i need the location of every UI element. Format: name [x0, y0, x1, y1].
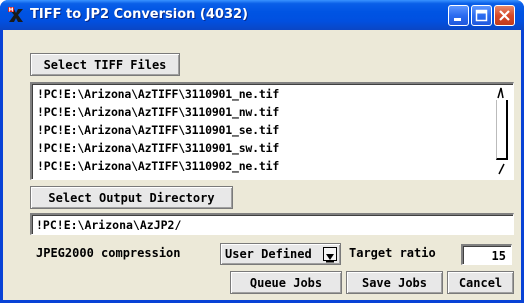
- conversion-dialog: M TIFF to JP2 Conversion (4032) Select T…: [0, 0, 524, 303]
- target-ratio-field[interactable]: 15: [461, 244, 512, 265]
- chevron-down-icon[interactable]: [323, 247, 337, 263]
- minimize-button[interactable]: [448, 5, 469, 26]
- output-directory-field[interactable]: !PC!E:\Arizona\AzJP2/: [30, 213, 514, 235]
- compression-dropdown[interactable]: User Defined: [220, 243, 341, 265]
- queue-jobs-button[interactable]: Queue Jobs: [230, 271, 342, 294]
- select-tiff-files-button[interactable]: Select TIFF Files: [30, 53, 180, 76]
- target-ratio-value: 15: [491, 249, 506, 263]
- cancel-button[interactable]: Cancel: [447, 271, 514, 294]
- scroll-thumb[interactable]: [496, 100, 508, 160]
- compression-label: JPEG2000 compression: [36, 246, 181, 260]
- minimize-icon: [454, 18, 461, 21]
- window-title: TIFF to JP2 Conversion (4032): [30, 7, 248, 22]
- file-list[interactable]: !PC!E:\Arizona\AzTIFF\3110901_ne.tif !PC…: [30, 82, 514, 180]
- close-button[interactable]: [494, 5, 515, 26]
- list-scrollbar[interactable]: [494, 86, 510, 176]
- list-item[interactable]: !PC!E:\Arizona\AzTIFF\3110901_nw.tif: [37, 105, 279, 119]
- list-item[interactable]: !PC!E:\Arizona\AzTIFF\3110901_se.tif: [37, 123, 279, 137]
- output-directory-value: !PC!E:\Arizona\AzJP2/: [36, 218, 182, 232]
- select-output-directory-button[interactable]: Select Output Directory: [30, 186, 233, 209]
- maximize-button[interactable]: [471, 5, 492, 26]
- list-item[interactable]: !PC!E:\Arizona\AzTIFF\3110901_ne.tif: [37, 87, 279, 101]
- tntmips-x-icon: M: [7, 6, 25, 24]
- close-icon: [499, 10, 510, 21]
- maximize-icon: [475, 9, 488, 22]
- svg-text:M: M: [9, 8, 14, 14]
- list-item[interactable]: !PC!E:\Arizona\AzTIFF\3110901_sw.tif: [37, 141, 279, 155]
- target-ratio-label: Target ratio: [349, 246, 436, 260]
- title-bar[interactable]: M TIFF to JP2 Conversion (4032): [0, 0, 524, 30]
- scroll-down-arrow-icon[interactable]: [494, 162, 510, 176]
- scroll-up-arrow-icon[interactable]: [494, 86, 510, 100]
- save-jobs-button[interactable]: Save Jobs: [346, 271, 443, 294]
- compression-selected-value: User Defined: [225, 247, 312, 261]
- list-item[interactable]: !PC!E:\Arizona\AzTIFF\3110902_ne.tif: [37, 159, 279, 173]
